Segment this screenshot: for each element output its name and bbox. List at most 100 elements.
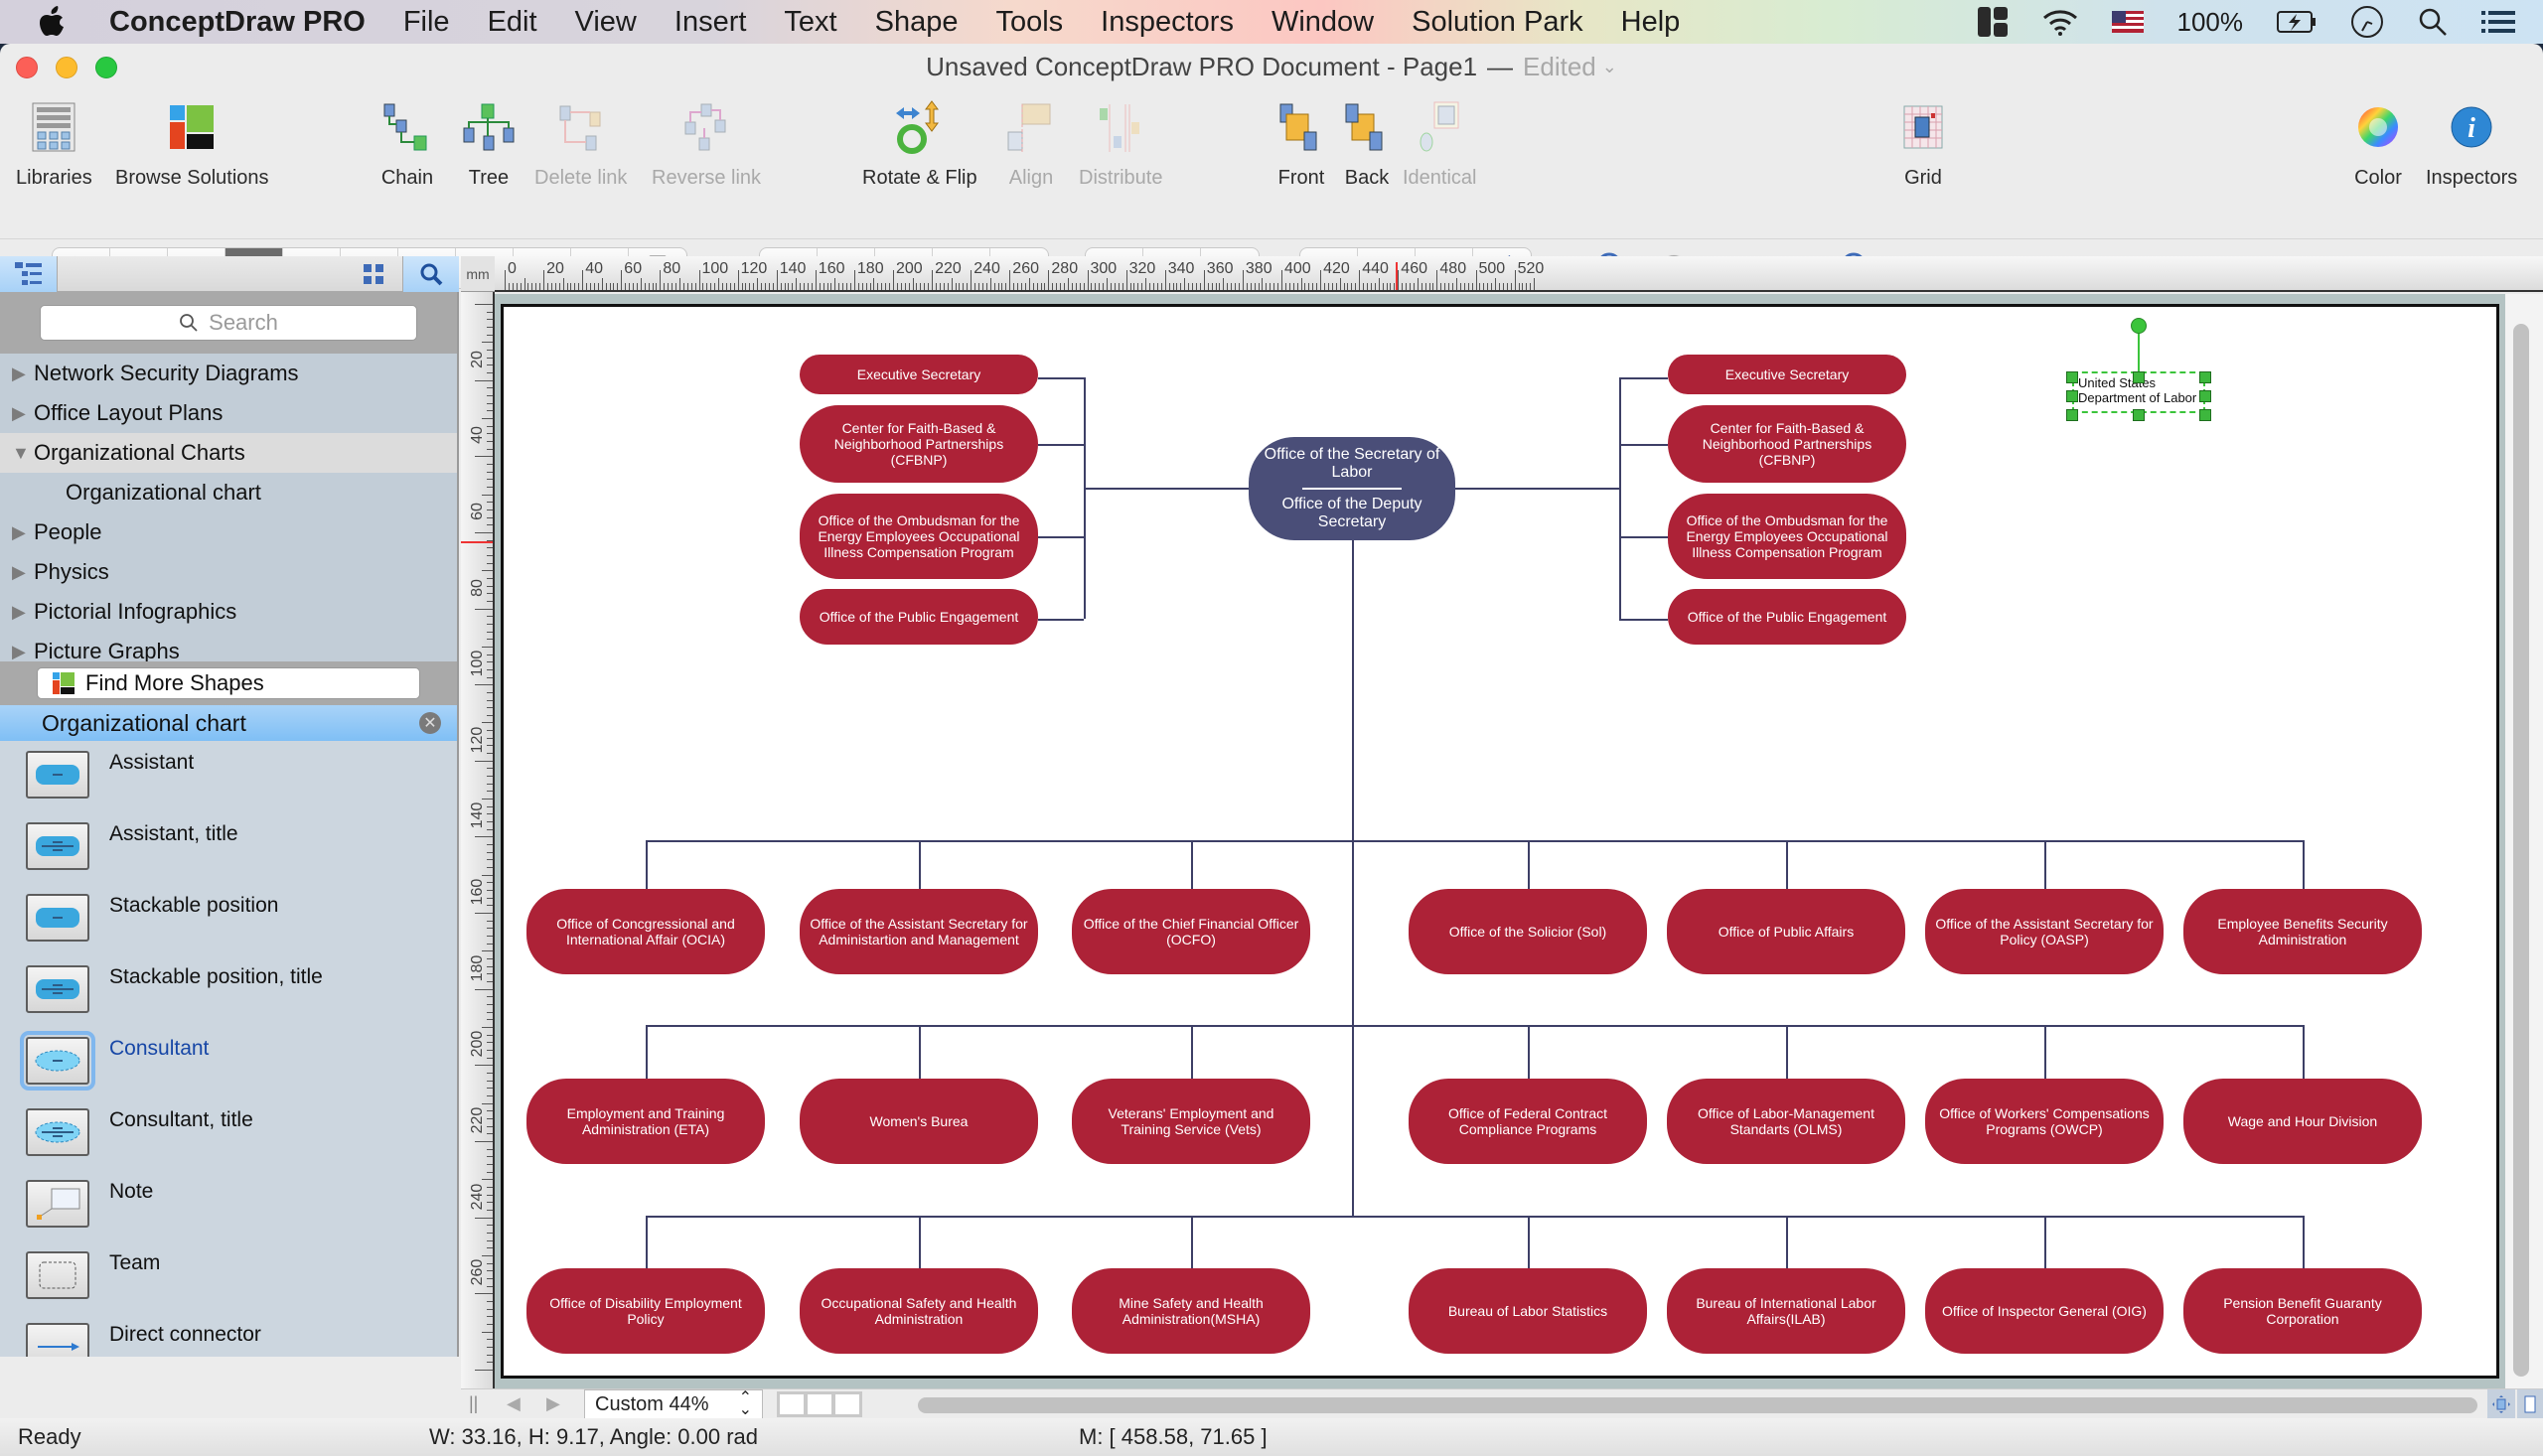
org-node[interactable]: Office of the Ombudsman for the Energy E… <box>800 494 1038 579</box>
connector-line[interactable] <box>1619 536 1668 538</box>
org-node[interactable]: Pension Benefit Guaranty Corporation <box>2183 1268 2422 1354</box>
shape-item-assistant[interactable]: Assistant <box>0 745 457 816</box>
resize-handle[interactable] <box>2066 390 2078 402</box>
tree-item-organizational-charts[interactable]: ▼ Organizational Charts <box>0 433 457 473</box>
page-view-buttons[interactable] <box>777 1391 862 1417</box>
resize-handle[interactable] <box>2199 371 2211 383</box>
connector-line[interactable] <box>919 1025 921 1079</box>
org-node[interactable]: Center for Faith-Based & Neighborhood Pa… <box>800 405 1038 483</box>
org-node[interactable]: Employment and Training Administration (… <box>526 1079 765 1164</box>
horizontal-ruler[interactable]: 0 20 40 60 80 100 120 140 160 180 200 220 240 260 280 3… <box>495 256 2543 292</box>
page-thumb-icon[interactable] <box>780 1394 804 1414</box>
connector-line[interactable] <box>2044 1216 2046 1268</box>
close-library-icon[interactable]: ✕ <box>419 712 441 734</box>
menu-solution-park[interactable]: Solution Park <box>1412 6 1583 39</box>
direct-connector-shape-icon[interactable] <box>26 1323 89 1357</box>
front-button[interactable]: Front <box>1272 97 1331 190</box>
resize-handle[interactable] <box>2133 409 2145 421</box>
close-window-button[interactable] <box>16 57 38 78</box>
connector-line[interactable] <box>646 1025 648 1079</box>
menu-help[interactable]: Help <box>1621 6 1681 39</box>
connector-line[interactable] <box>1528 840 1530 889</box>
org-node[interactable]: Office of Public Affairs <box>1667 889 1905 974</box>
connector-line[interactable] <box>646 1025 2303 1027</box>
connector-line[interactable] <box>1038 536 1084 538</box>
shape-item-stackable-position-title[interactable]: Stackable position, title <box>0 959 457 1031</box>
app-grid-icon[interactable] <box>1977 6 2009 38</box>
grid-view-tab[interactable] <box>344 256 403 292</box>
assistant-shape-icon[interactable] <box>26 751 89 799</box>
menu-tools[interactable]: Tools <box>995 6 1063 39</box>
connector-line[interactable] <box>2303 1216 2305 1268</box>
shape-item-stackable-position[interactable]: Stackable position <box>0 888 457 959</box>
connector-line[interactable] <box>1452 488 1619 490</box>
org-node[interactable]: Executive Secretary <box>800 355 1038 394</box>
delete-link-button[interactable]: Delete link <box>534 97 627 190</box>
connector-line[interactable] <box>1528 1025 1530 1079</box>
shape-item-direct-connector[interactable]: Direct connector <box>0 1317 457 1357</box>
connector-line[interactable] <box>2303 840 2305 889</box>
connector-line[interactable] <box>1352 540 1354 1216</box>
org-node[interactable]: Office of the Public Engagement <box>1668 589 1906 645</box>
connector-line[interactable] <box>1528 1216 1530 1268</box>
inspectors-button[interactable]: i Inspectors <box>2426 97 2517 190</box>
connector-line[interactable] <box>1619 444 1668 446</box>
resize-handle[interactable] <box>2199 409 2211 421</box>
zoom-window-button[interactable] <box>95 57 117 78</box>
identical-button[interactable]: Identical <box>1403 97 1477 190</box>
ruler-unit[interactable]: mm <box>461 256 495 292</box>
org-node[interactable]: Office of Workers' Compensations Program… <box>1925 1079 2164 1164</box>
edited-indicator[interactable]: Edited <box>1523 52 1596 82</box>
wifi-icon[interactable] <box>2042 8 2078 36</box>
disclosure-right-icon[interactable]: ▶ <box>12 403 34 424</box>
resize-handle[interactable] <box>2066 371 2078 383</box>
library-title-bar[interactable]: Organizational chart ✕ <box>0 705 457 741</box>
previous-page-button[interactable]: ◀ <box>507 1393 521 1414</box>
org-node[interactable]: Bureau of International Labor Affairs(IL… <box>1667 1268 1905 1354</box>
org-node[interactable]: Mine Safety and Health Administration(MS… <box>1072 1268 1310 1354</box>
disclosure-right-icon[interactable]: ▶ <box>12 562 34 583</box>
shape-item-note[interactable]: Note <box>0 1174 457 1245</box>
rotation-handle[interactable] <box>2131 318 2147 334</box>
org-node[interactable]: Office of Federal Contract Compliance Pr… <box>1409 1079 1647 1164</box>
org-node[interactable]: Wage and Hour Division <box>2183 1079 2422 1164</box>
stackable-position-title-shape-icon[interactable] <box>26 965 89 1013</box>
tree-item-office-layout[interactable]: ▶ Office Layout Plans <box>0 393 457 433</box>
org-node[interactable]: Center for Faith-Based & Neighborhood Pa… <box>1668 405 1906 483</box>
connector-line[interactable] <box>1786 1216 1788 1268</box>
reverse-link-button[interactable]: Reverse link <box>652 97 761 190</box>
org-node[interactable]: Office of the Public Engagement <box>800 589 1038 645</box>
connector-line[interactable] <box>1038 444 1084 446</box>
actual-size-icon[interactable] <box>2517 1389 2543 1419</box>
vertical-scroll-thumb[interactable] <box>2513 324 2529 1377</box>
disclosure-right-icon[interactable]: ▶ <box>12 364 34 384</box>
org-node[interactable]: Office of Labor-Management Standarts (OL… <box>1667 1079 1905 1164</box>
menu-edit[interactable]: Edit <box>488 6 537 39</box>
disclosure-right-icon[interactable]: ▶ <box>12 522 34 543</box>
connector-line[interactable] <box>1619 377 1668 379</box>
org-node[interactable]: Office of the Assistant Secretary for Ad… <box>800 889 1038 974</box>
library-search-input[interactable]: Search <box>40 305 417 341</box>
shape-item-consultant[interactable]: Consultant <box>0 1031 457 1102</box>
menu-file[interactable]: File <box>403 6 450 39</box>
connector-line[interactable] <box>1191 1025 1193 1079</box>
page-thumb-icon[interactable] <box>835 1394 859 1414</box>
org-node[interactable]: Office of the Solicior (Sol) <box>1409 889 1647 974</box>
grid-button[interactable]: Grid <box>1893 97 1953 190</box>
zoom-level-select[interactable]: Custom 44% ⌃ ⌄ <box>584 1389 763 1419</box>
stackable-position-shape-icon[interactable] <box>26 894 89 942</box>
tree-item-picture-graphs[interactable]: ▶ Picture Graphs <box>0 632 457 661</box>
page-thumb-icon[interactable] <box>808 1394 831 1414</box>
connector-line[interactable] <box>1786 840 1788 889</box>
menu-text[interactable]: Text <box>784 6 836 39</box>
browse-solutions-button[interactable]: Browse Solutions <box>115 97 269 190</box>
spotlight-search-icon[interactable] <box>2418 7 2448 37</box>
us-flag-icon[interactable] <box>2111 11 2144 33</box>
fit-page-icon[interactable] <box>2487 1389 2515 1419</box>
org-node[interactable]: Veterans' Employment and Training Servic… <box>1072 1079 1310 1164</box>
tree-item-physics[interactable]: ▶ Physics <box>0 552 457 592</box>
tree-button[interactable]: Tree <box>459 97 519 190</box>
connector-line[interactable] <box>646 840 2303 842</box>
color-button[interactable]: Color <box>2348 97 2408 190</box>
chain-button[interactable]: Chain <box>377 97 437 190</box>
